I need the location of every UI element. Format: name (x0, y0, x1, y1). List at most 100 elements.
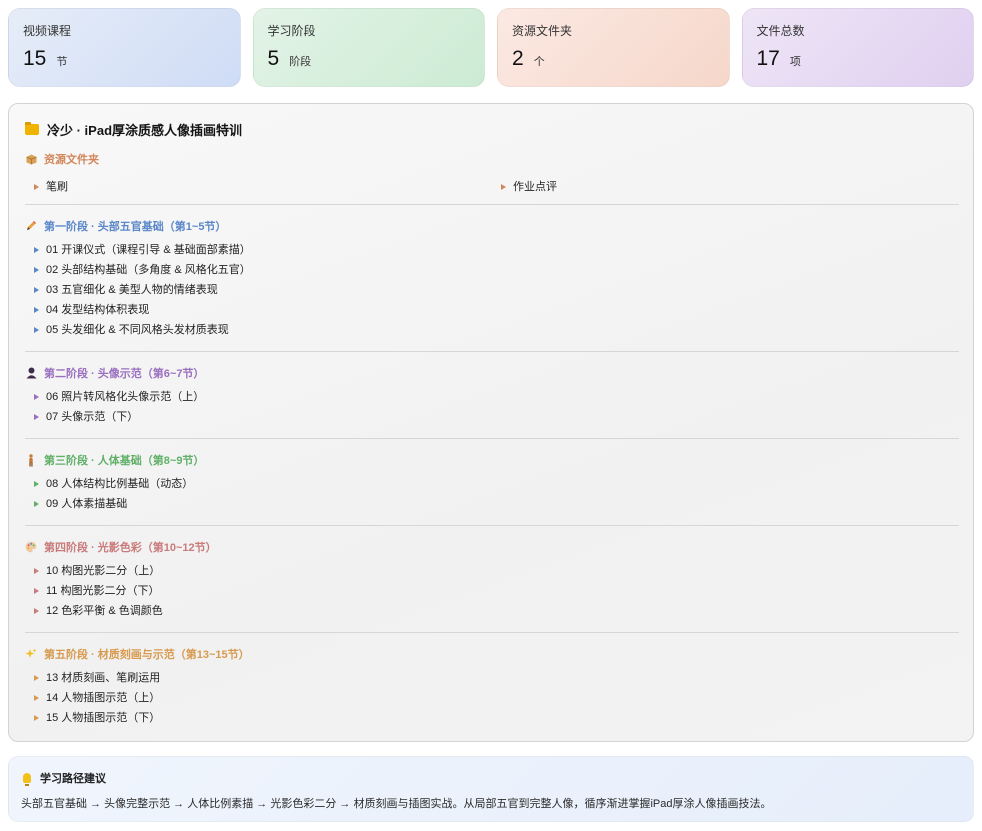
lesson-item[interactable]: 05 头发细化 & 不同风格头发材质表现 (25, 320, 959, 340)
divider (25, 351, 959, 352)
stage-heading: 第四阶段 · 光影色彩（第10~12节） (44, 542, 217, 554)
stage-heading-row: 第四阶段 · 光影色彩（第10~12节） (25, 540, 959, 554)
stat-card-stages: 学习阶段 5 阶段 (252, 8, 485, 87)
caret-right-icon (34, 481, 39, 487)
stage-heading: 第一阶段 · 头部五官基础（第1~5节） (44, 221, 227, 233)
caret-right-icon (34, 675, 39, 681)
caret-right-icon (34, 247, 39, 253)
person-bust-icon (25, 367, 37, 379)
caret-right-icon (501, 184, 506, 190)
lesson-item[interactable]: 13 材质刻画、笔刷运用 (25, 668, 959, 688)
resource-folder-item[interactable]: 笔刷 (25, 177, 492, 197)
lesson-label: 09 人体素描基础 (46, 498, 128, 510)
stage-heading: 第三阶段 · 人体基础（第8~9节） (44, 455, 205, 467)
lesson-item[interactable]: 01 开课仪式（课程引导 & 基础面部素描） (25, 240, 959, 260)
stage-heading: 第五阶段 · 材质刻画与示范（第13~15节） (44, 649, 250, 661)
pencil-icon (25, 220, 37, 232)
stats-row: 视频课程 15 节 学习阶段 5 阶段 资源文件夹 2个 文件总数 17 项 (8, 8, 974, 87)
lesson-label: 06 照片转风格化头像示范（上） (46, 391, 205, 403)
caret-right-icon (34, 568, 39, 574)
lesson-label: 13 材质刻画、笔刷运用 (46, 672, 161, 684)
lesson-item[interactable]: 08 人体结构比例基础（动态） (25, 474, 959, 494)
palette-icon (25, 541, 37, 553)
stage-section-3: 第三阶段 · 人体基础（第8~9节） 08 人体结构比例基础（动态） 09 人体… (25, 453, 959, 514)
folder-icon (25, 122, 39, 135)
lesson-item[interactable]: 04 发型结构体积表现 (25, 300, 959, 320)
stage-heading-row: 第五阶段 · 材质刻画与示范（第13~15节） (25, 647, 959, 661)
standing-person-icon (25, 453, 37, 466)
caret-right-icon (34, 184, 39, 190)
lesson-label: 04 发型结构体积表现 (46, 304, 150, 316)
lesson-label: 03 五官细化 & 美型人物的情绪表现 (46, 284, 218, 296)
lesson-label: 05 头发细化 & 不同风格头发材质表现 (46, 324, 229, 336)
caret-right-icon (34, 501, 39, 507)
stage-section-2: 第二阶段 · 头像示范（第6~7节） 06 照片转风格化头像示范（上） 07 头… (25, 366, 959, 427)
resources-heading: 资源文件夹 (44, 154, 99, 166)
lesson-item[interactable]: 07 头像示范（下） (25, 407, 959, 427)
caret-right-icon (34, 267, 39, 273)
stat-value: 2 (512, 47, 524, 70)
stat-value: 15 (23, 47, 47, 70)
learning-path-tip: 学习路径建议 头部五官基础 → 头像完整示范 → 人体比例素描 → 光影色彩二分… (8, 756, 974, 822)
stat-value: 17 (756, 47, 780, 70)
caret-right-icon (34, 588, 39, 594)
caret-right-icon (34, 414, 39, 420)
stage-heading-row: 第三阶段 · 人体基础（第8~9节） (25, 453, 959, 467)
lesson-label: 07 头像示范（下） (46, 411, 139, 423)
stat-card-folders: 资源文件夹 2个 (497, 8, 730, 87)
lesson-label: 11 构图光影二分（下） (46, 585, 160, 597)
divider (25, 438, 959, 439)
resources-section: 资源文件夹 笔刷 作业点评 (25, 152, 959, 197)
stat-unit: 项 (789, 56, 801, 68)
package-icon (25, 153, 37, 165)
caret-right-icon (34, 715, 39, 721)
stage-section-4: 第四阶段 · 光影色彩（第10~12节） 10 构图光影二分（上） 11 构图光… (25, 540, 959, 621)
stat-card-files: 文件总数 17 项 (741, 8, 974, 87)
lesson-item[interactable]: 11 构图光影二分（下） (25, 581, 959, 601)
stat-label: 资源文件夹 (512, 24, 573, 38)
resource-folder-label: 笔刷 (46, 181, 68, 193)
lesson-item[interactable]: 12 色彩平衡 & 色调颜色 (25, 601, 959, 621)
caret-right-icon (34, 287, 39, 293)
lesson-label: 01 开课仪式（课程引导 & 基础面部素描） (46, 244, 251, 256)
lightbulb-icon (23, 773, 31, 786)
stat-card-videos: 视频课程 15 节 (8, 8, 241, 87)
lesson-item[interactable]: 10 构图光影二分（上） (25, 561, 959, 581)
tip-text: 头部五官基础 → 头像完整示范 → 人体比例素描 → 光影色彩二分 → 材质刻画… (21, 798, 772, 810)
course-title: 冷少 · iPad厚涂质感人像插画特训 (47, 123, 243, 138)
caret-right-icon (34, 327, 39, 333)
lesson-item[interactable]: 09 人体素描基础 (25, 494, 959, 514)
lesson-item[interactable]: 02 头部结构基础（多角度 & 风格化五官） (25, 260, 959, 280)
lesson-label: 14 人物插图示范（上） (46, 692, 161, 704)
stat-label: 文件总数 (756, 24, 805, 38)
lesson-label: 10 构图光影二分（上） (46, 565, 161, 577)
stat-unit: 节 (56, 56, 68, 68)
stage-section-5: 第五阶段 · 材质刻画与示范（第13~15节） 13 材质刻画、笔刷运用 14 … (25, 647, 959, 728)
stat-label: 视频课程 (23, 24, 72, 38)
lesson-item[interactable]: 06 照片转风格化头像示范（上） (25, 387, 959, 407)
lesson-label: 15 人物插图示范（下） (46, 712, 161, 724)
lesson-label: 08 人体结构比例基础（动态） (46, 478, 194, 490)
lesson-item[interactable]: 03 五官细化 & 美型人物的情绪表现 (25, 280, 959, 300)
lesson-label: 02 头部结构基础（多角度 & 风格化五官） (46, 264, 251, 276)
caret-right-icon (34, 608, 39, 614)
resources-heading-row: 资源文件夹 (25, 152, 959, 166)
stat-value: 5 (267, 47, 280, 70)
course-panel: 冷少 · iPad厚涂质感人像插画特训 资源文件夹 笔刷 作业点评 第一阶段 ·… (8, 103, 974, 742)
stage-section-1: 第一阶段 · 头部五官基础（第1~5节） 01 开课仪式（课程引导 & 基础面部… (25, 219, 959, 340)
resource-folder-label: 作业点评 (513, 181, 557, 193)
lesson-label: 12 色彩平衡 & 色调颜色 (46, 605, 163, 617)
tip-heading: 学习路径建议 (40, 773, 106, 785)
stat-unit: 个 (533, 56, 545, 68)
resource-folder-item[interactable]: 作业点评 (492, 177, 959, 197)
stage-heading: 第二阶段 · 头像示范（第6~7节） (44, 368, 205, 380)
divider (25, 204, 959, 205)
stat-label: 学习阶段 (267, 24, 316, 38)
caret-right-icon (34, 695, 39, 701)
lesson-item[interactable]: 15 人物插图示范（下） (25, 708, 959, 728)
lesson-item[interactable]: 14 人物插图示范（上） (25, 688, 959, 708)
divider (25, 632, 959, 633)
stat-unit: 阶段 (289, 56, 312, 68)
tip-heading-row: 学习路径建议 (23, 770, 106, 786)
divider (25, 525, 959, 526)
